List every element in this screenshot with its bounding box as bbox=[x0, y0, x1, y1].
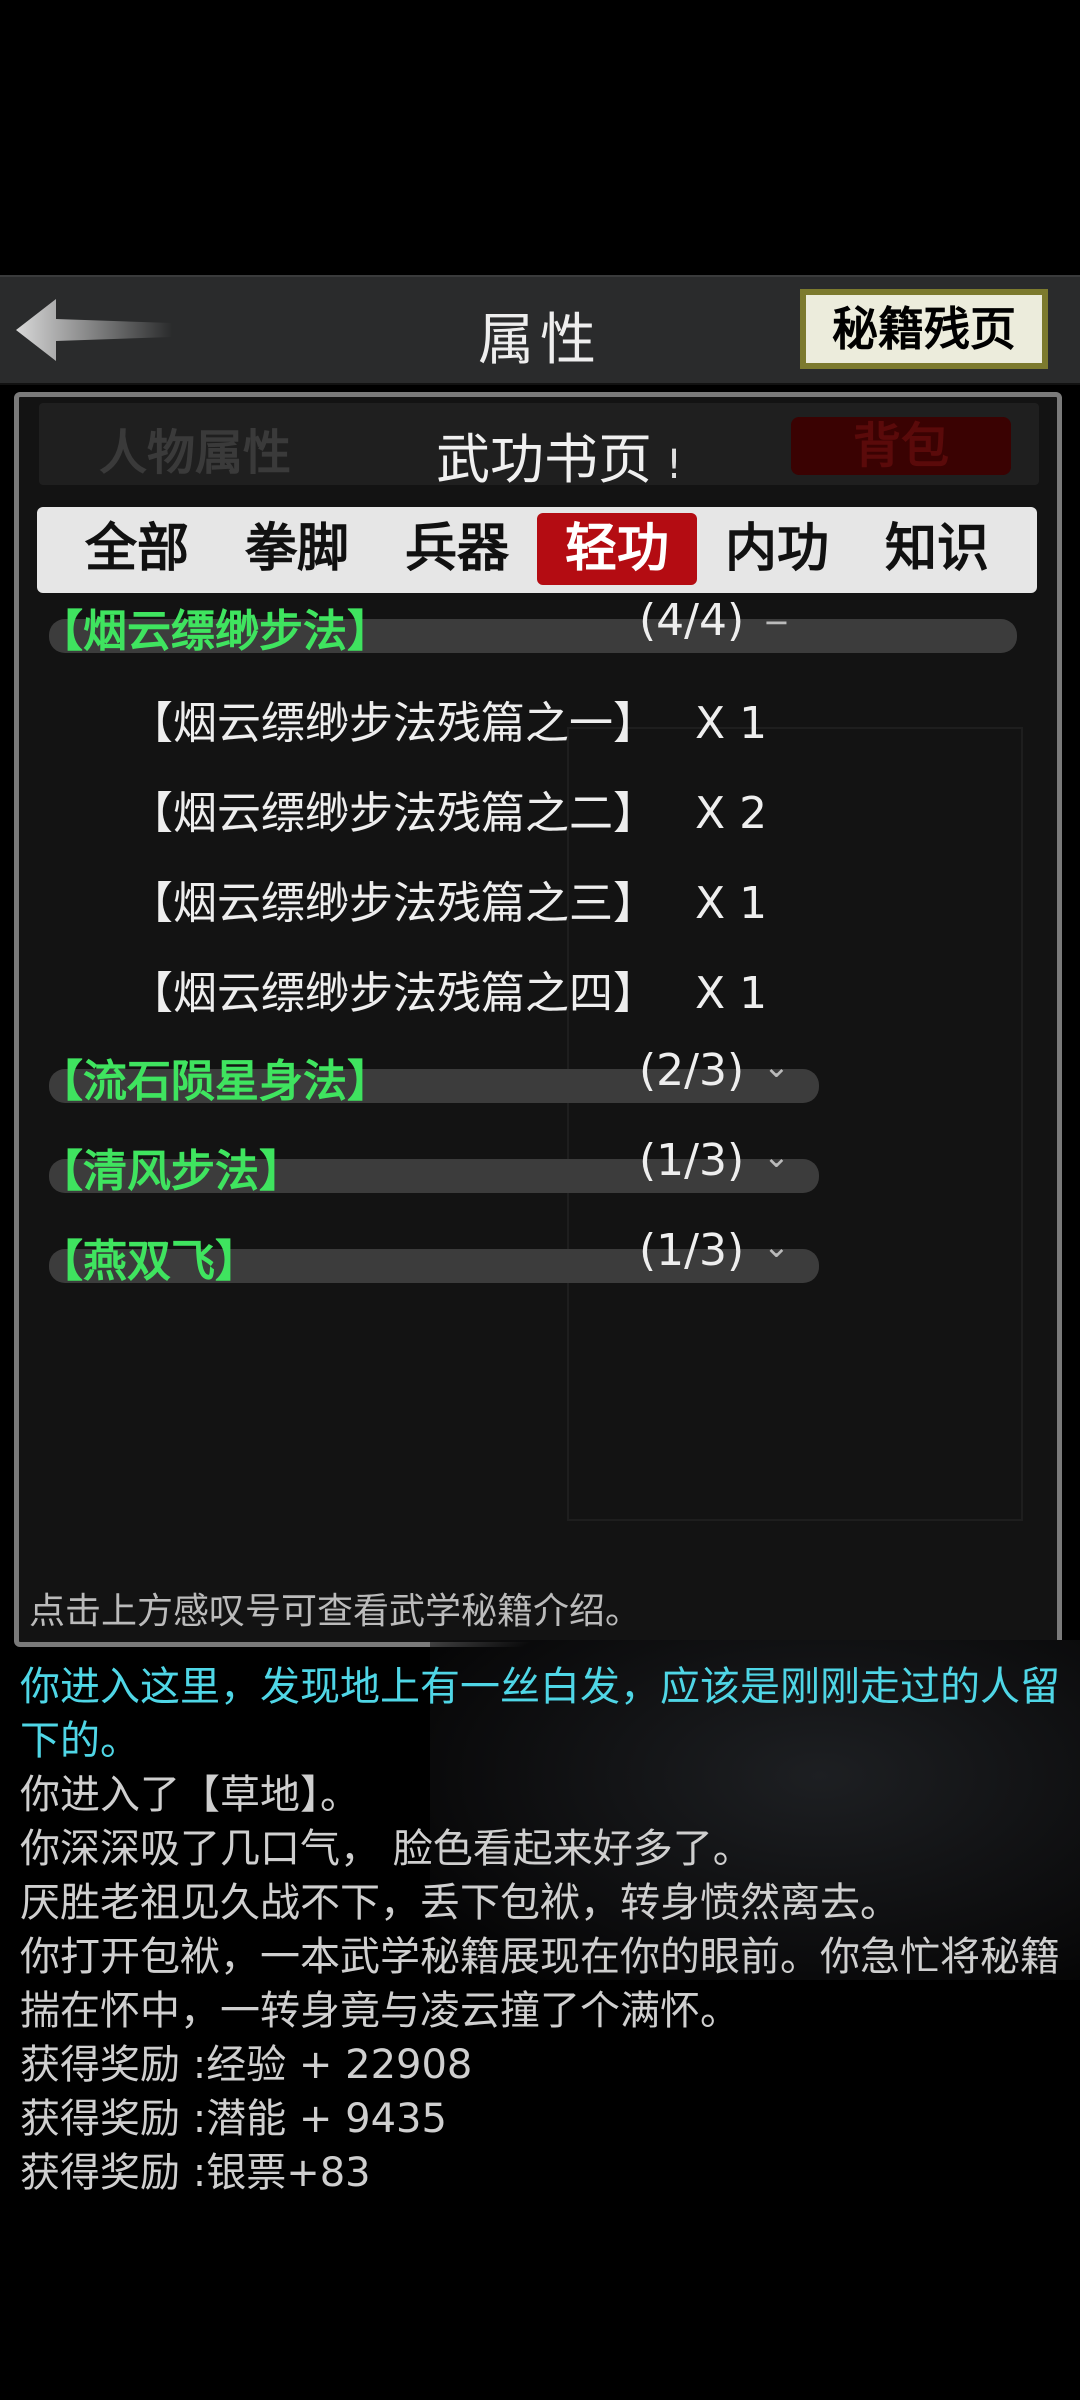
item-name: 【烟云缥缈步法残篇之三】 bbox=[129, 878, 657, 929]
category-count: (1/3) bbox=[639, 1135, 745, 1186]
list-item[interactable]: 【烟云缥缈步法残篇之二】 X 2 bbox=[129, 777, 767, 841]
tab-knowledge[interactable]: 知识 bbox=[857, 513, 1017, 585]
log-line: 你深深吸了几口气， 脸色看起来好多了。 bbox=[20, 1826, 753, 1872]
hint-text: 点击上方感叹号可查看武学秘籍介绍。 bbox=[29, 1591, 642, 1632]
list-item[interactable]: 【烟云缥缈步法残篇之一】 X 1 bbox=[129, 687, 767, 751]
item-name: 【烟云缥缈步法残篇之一】 bbox=[129, 698, 657, 749]
category-count: (1/3) bbox=[639, 1225, 745, 1276]
item-quantity: X 2 bbox=[695, 788, 768, 839]
category-name: 【清风步法】 bbox=[39, 1146, 303, 1197]
category-count: (2/3) bbox=[639, 1045, 745, 1096]
tab-fist[interactable]: 拳脚 bbox=[217, 513, 377, 585]
category-name: 【流石陨星身法】 bbox=[39, 1056, 391, 1107]
item-quantity: X 1 bbox=[695, 968, 768, 1019]
item-name: 【烟云缥缈步法残篇之二】 bbox=[129, 788, 657, 839]
log-line: 获得奖励 :经验 + 22908 bbox=[20, 2042, 473, 2088]
tab-all[interactable]: 全部 bbox=[57, 513, 217, 585]
book-pages-panel: 人物属性 背包 武功书页! 全部 拳脚 兵器 轻功 内功 知识 【烟云缥缈步法】… bbox=[14, 392, 1062, 1647]
item-name: 【烟云缥缈步法残篇之四】 bbox=[129, 968, 657, 1019]
log-line: 获得奖励 :潜能 + 9435 bbox=[20, 2096, 447, 2142]
category-tabs: 全部 拳脚 兵器 轻功 内功 知识 bbox=[37, 507, 1037, 593]
tab-internal[interactable]: 内功 bbox=[697, 513, 857, 585]
log-line: 你打开包袱，一本武学秘籍展现在你的眼前。你急忙将秘籍揣在怀中，一转身竟与凌云撞了… bbox=[20, 1934, 1060, 2034]
category-count: (4/4) bbox=[639, 595, 745, 646]
log-line: 你进入这里，发现地上有一丝白发，应该是刚刚走过的人留下的。 bbox=[20, 1664, 1060, 1764]
log-line: 获得奖励 :银票+83 bbox=[20, 2150, 371, 2196]
collapse-icon[interactable]: − bbox=[763, 603, 790, 641]
expand-icon[interactable]: ⌄ bbox=[763, 1227, 790, 1265]
log-line: 你进入了【草地】。 bbox=[20, 1772, 360, 1818]
item-quantity: X 1 bbox=[695, 878, 768, 929]
item-quantity: X 1 bbox=[695, 698, 768, 749]
tab-weapon[interactable]: 兵器 bbox=[377, 513, 537, 585]
panel-header: 人物属性 背包 武功书页! bbox=[39, 403, 1039, 491]
expand-icon[interactable]: ⌄ bbox=[763, 1137, 790, 1175]
message-log: 你进入这里，发现地上有一丝白发，应该是刚刚走过的人留下的。 你进入了【草地】。 … bbox=[20, 1660, 1060, 2200]
panel-title: 武功书页! bbox=[39, 415, 1057, 494]
expand-icon[interactable]: ⌄ bbox=[763, 1047, 790, 1085]
list-item[interactable]: 【烟云缥缈步法残篇之四】 X 1 bbox=[129, 957, 767, 1021]
tab-lightness[interactable]: 轻功 bbox=[537, 513, 697, 585]
category-name: 【烟云缥缈步法】 bbox=[39, 606, 391, 657]
info-exclamation-icon[interactable]: ! bbox=[666, 442, 682, 488]
panel-title-text: 武功书页 bbox=[435, 428, 652, 491]
category-name: 【燕双飞】 bbox=[39, 1236, 259, 1287]
rare-pages-button[interactable]: 秘籍残页 bbox=[800, 289, 1048, 369]
log-line: 厌胜老祖见久战不下，丢下包袱，转身愤然离去。 bbox=[20, 1880, 900, 1926]
background-inventory-frame bbox=[567, 727, 1023, 1521]
top-bar: 属性 秘籍残页 bbox=[0, 275, 1080, 385]
list-item[interactable]: 【烟云缥缈步法残篇之三】 X 1 bbox=[129, 867, 767, 931]
